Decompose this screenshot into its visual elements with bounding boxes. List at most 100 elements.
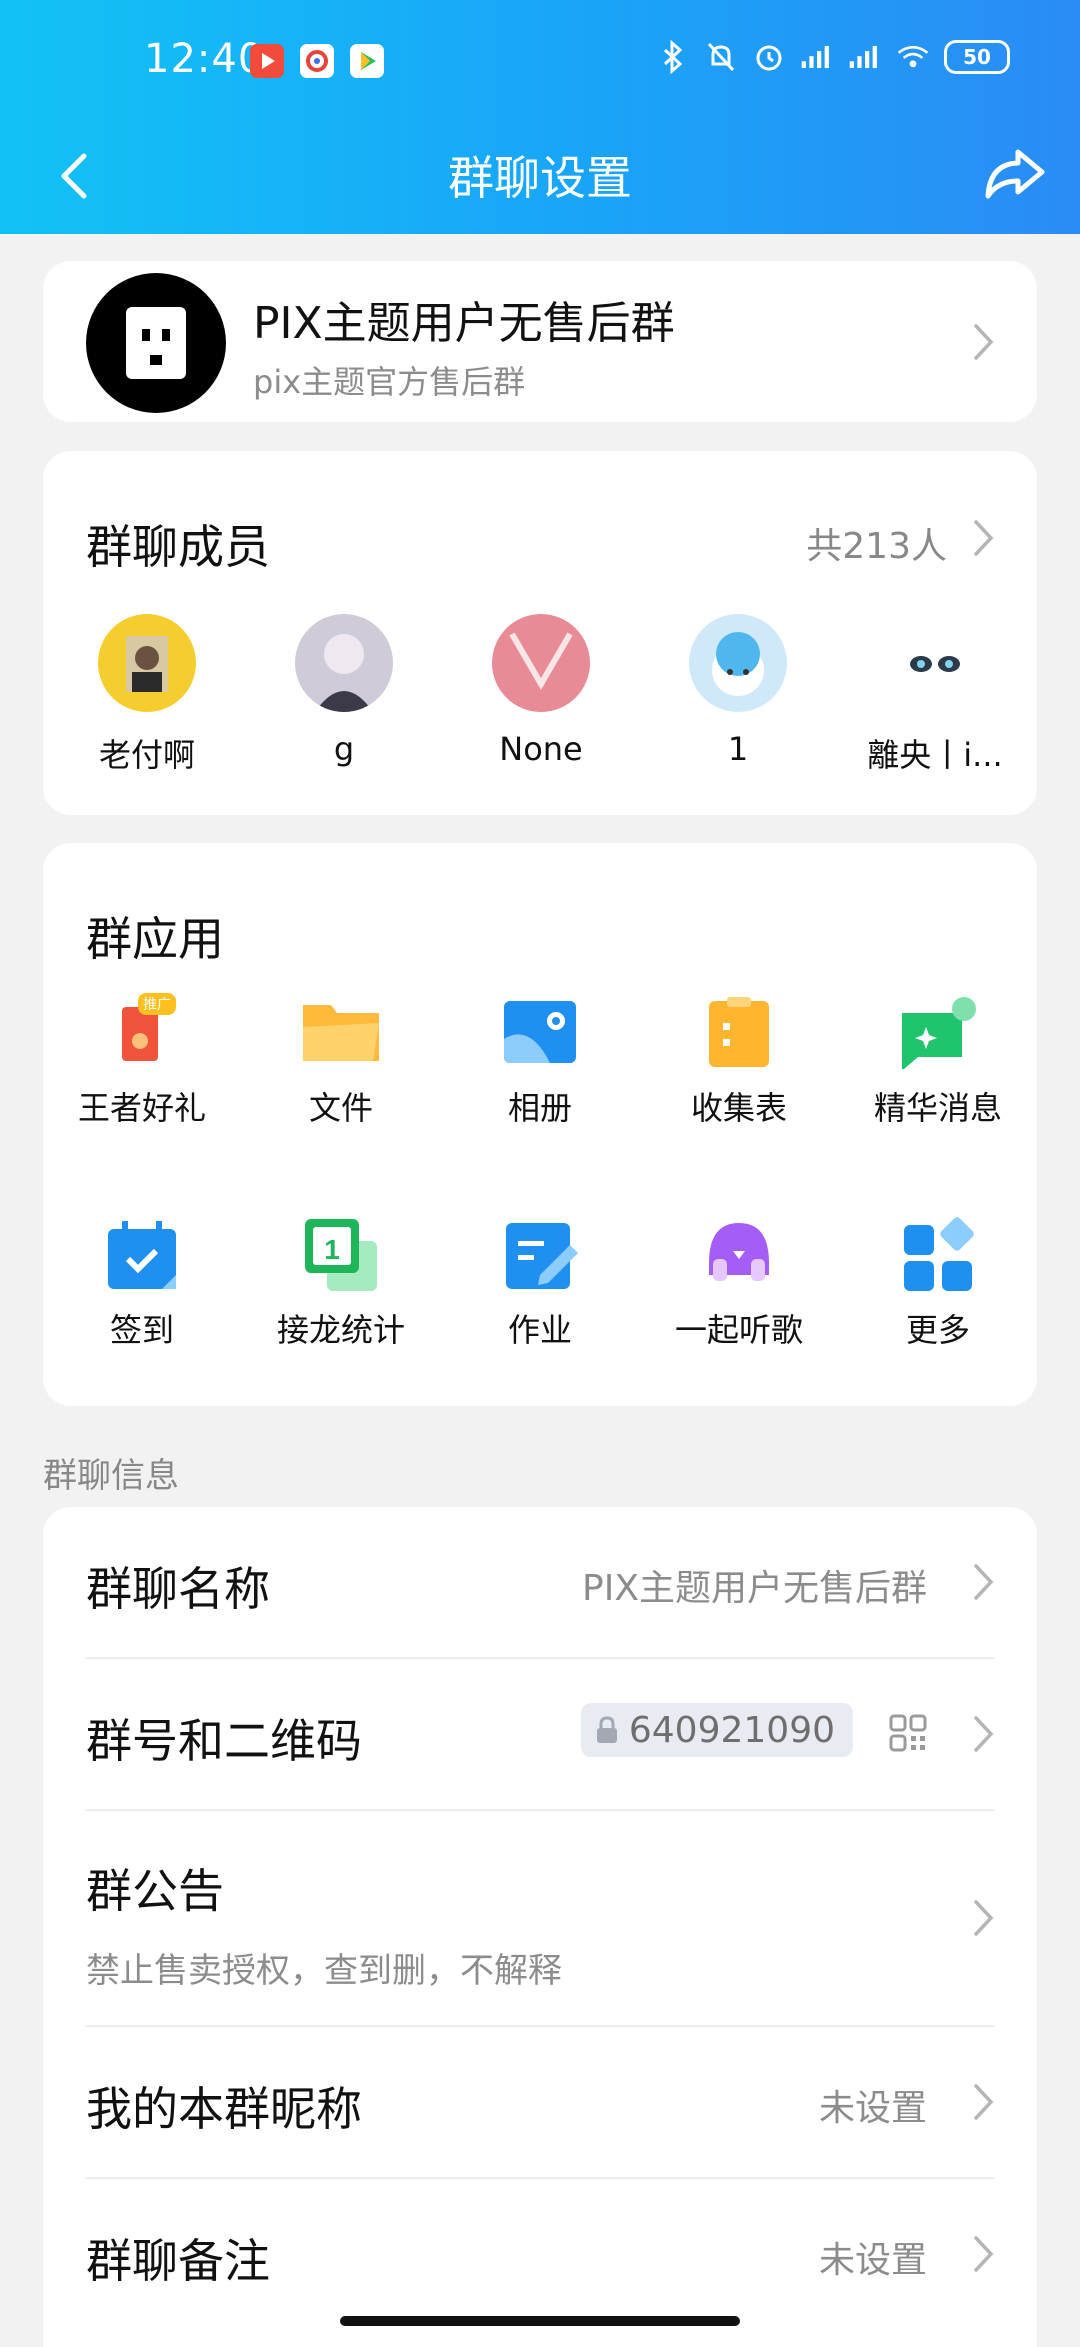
group-number-qr-row[interactable]: 群号和二维码 640921090	[43, 1659, 1037, 1809]
chevron-right-icon	[974, 2236, 994, 2272]
app-label: 王者好礼	[77, 1089, 206, 1127]
calendar-check-icon	[102, 1215, 182, 1295]
app-label: 相册	[507, 1089, 572, 1127]
my-nickname-row[interactable]: 我的本群昵称 未设置	[43, 2027, 1037, 2177]
chevron-right-icon	[974, 324, 994, 360]
relay-count-icon: 1	[301, 1215, 381, 1295]
chevron-right-icon	[974, 2084, 994, 2120]
row-title: 群号和二维码	[86, 1714, 362, 1768]
page-title: 群聊设置	[448, 151, 632, 205]
member-name: 離央丨i...	[867, 736, 1003, 774]
folder-icon	[301, 993, 381, 1073]
group-profile-card[interactable]: PIX主题用户无售后群 pix主题官方售后群	[43, 261, 1037, 422]
group-apps-card: 群应用 推广 王者好礼 文件 相册 收集表 精华消息 签到 1 接龙统计 作业 …	[43, 843, 1037, 1406]
announcement-text: 禁止售卖授权，查到删，不解释	[86, 1951, 562, 1991]
header: 12:40 50 群聊设置	[0, 0, 1080, 234]
app-check-in[interactable]: 签到	[43, 1215, 241, 1351]
announcement-row[interactable]: 群公告 禁止售卖授权，查到删，不解释	[43, 1811, 1037, 2025]
row-title: 群聊名称	[86, 1562, 270, 1616]
member-item[interactable]: None	[451, 614, 631, 768]
app-label: 接龙统计	[276, 1311, 405, 1349]
app-label: 收集表	[690, 1089, 787, 1127]
alarm-icon	[752, 40, 786, 74]
group-description: pix主题官方售后群	[253, 363, 526, 401]
group-info-card: 群聊名称 PIX主题用户无售后群 群号和二维码 640921090 群公告 禁止…	[43, 1507, 1037, 2347]
camera-app-icon	[300, 44, 334, 78]
members-count[interactable]: 共213人	[806, 517, 947, 569]
chevron-right-icon	[974, 1900, 994, 1936]
group-number: 640921090	[628, 1709, 835, 1751]
chevron-right-icon	[974, 1564, 994, 1600]
member-item[interactable]: 1	[648, 614, 828, 768]
app-album[interactable]: 相册	[441, 993, 639, 1129]
app-homework[interactable]: 作业	[441, 1215, 639, 1351]
status-bar: 12:40 50	[0, 0, 1080, 120]
app-label: 一起听歌	[674, 1311, 803, 1349]
mute-bell-icon	[704, 40, 738, 74]
promo-badge: 推广	[138, 993, 176, 1015]
group-remark-row[interactable]: 群聊备注 未设置	[43, 2179, 1037, 2329]
avatar	[689, 614, 787, 712]
home-indicator[interactable]	[340, 2316, 740, 2326]
member-name: g	[333, 730, 355, 768]
music-headphones-icon	[699, 1215, 779, 1295]
app-essence-messages[interactable]: 精华消息	[839, 993, 1037, 1129]
member-item[interactable]: 老付啊	[57, 614, 237, 776]
row-title: 群公告	[86, 1864, 224, 1918]
clipboard-icon	[699, 993, 779, 1073]
member-name: 老付啊	[98, 736, 195, 774]
group-name-row[interactable]: 群聊名称 PIX主题用户无售后群	[43, 1507, 1037, 1657]
member-name: None	[499, 730, 583, 768]
star-message-icon	[898, 993, 978, 1073]
avatar	[295, 614, 393, 712]
share-button[interactable]	[980, 138, 1050, 208]
member-name: 1	[727, 730, 749, 768]
app-label: 精华消息	[873, 1089, 1002, 1127]
group-members-card: 群聊成员 共213人 老付啊 g None 1 離央丨i...	[43, 451, 1037, 815]
app-label: 签到	[109, 1311, 174, 1349]
app-label: 文件	[308, 1089, 373, 1127]
member-item[interactable]: 離央丨i...	[845, 614, 1025, 776]
wifi-icon	[896, 40, 930, 74]
apps-title: 群应用	[86, 912, 224, 966]
qr-code-icon[interactable]	[889, 1714, 927, 1752]
app-relay-stats[interactable]: 1 接龙统计	[242, 1215, 440, 1351]
chevron-right-icon	[974, 1716, 994, 1752]
nav-bar: 群聊设置	[0, 120, 1080, 234]
group-name: PIX主题用户无售后群	[253, 298, 675, 349]
status-icons: 50	[656, 40, 1010, 74]
app-more[interactable]: 更多	[839, 1215, 1037, 1351]
gift-card-icon: 推广	[102, 993, 182, 1073]
avatar	[98, 614, 196, 712]
status-time: 12:40	[144, 36, 265, 82]
share-icon	[985, 149, 1045, 199]
members-title: 群聊成员	[86, 520, 270, 574]
group-avatar	[86, 273, 226, 413]
avatar	[886, 614, 984, 712]
battery-indicator: 50	[944, 40, 1010, 74]
more-grid-icon	[898, 1215, 978, 1295]
video-app-icon	[250, 44, 284, 78]
signal-2-icon	[848, 40, 882, 74]
row-title: 群聊备注	[86, 2234, 270, 2288]
homework-icon	[500, 1215, 580, 1295]
bluetooth-icon	[656, 40, 690, 74]
group-number-badge[interactable]: 640921090	[580, 1703, 853, 1757]
app-label: 更多	[905, 1311, 970, 1349]
app-files[interactable]: 文件	[242, 993, 440, 1129]
chevron-right-icon[interactable]	[973, 519, 995, 557]
battery-level: 50	[963, 45, 991, 69]
app-king-gift[interactable]: 推广 王者好礼	[43, 993, 241, 1129]
app-collection-form[interactable]: 收集表	[640, 993, 838, 1129]
photo-album-icon	[500, 993, 580, 1073]
app-listen-together[interactable]: 一起听歌	[640, 1215, 838, 1351]
play-store-icon	[350, 44, 384, 78]
signal-icon	[800, 40, 834, 74]
member-item[interactable]: g	[254, 614, 434, 768]
row-value: PIX主题用户无售后群	[582, 1568, 927, 1609]
row-value: 未设置	[818, 2240, 927, 2281]
app-label: 作业	[507, 1311, 572, 1349]
row-value: 未设置	[818, 2088, 927, 2129]
info-section-label: 群聊信息	[43, 1456, 179, 1496]
lock-icon	[596, 1716, 617, 1743]
